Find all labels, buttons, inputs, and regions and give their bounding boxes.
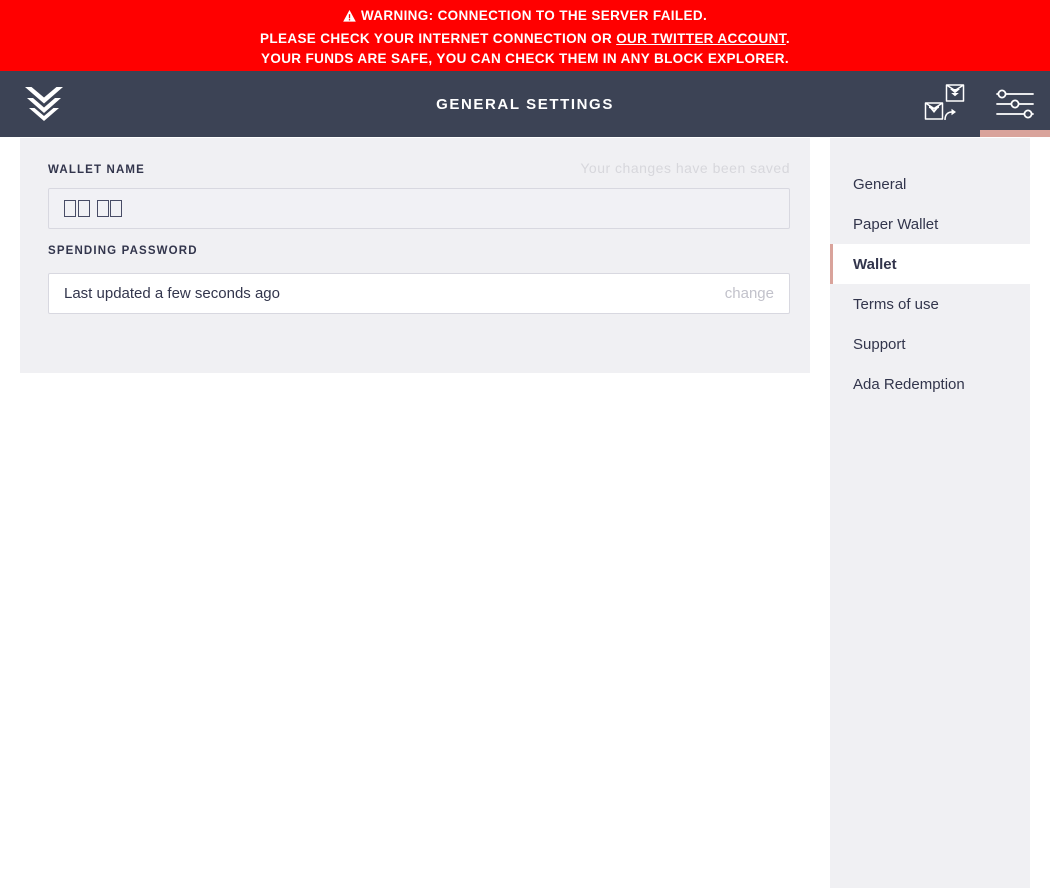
warning-line-1: WARNING: CONNECTION TO THE SERVER FAILED…: [343, 6, 707, 29]
spending-password-status: Last updated a few seconds ago: [64, 285, 280, 302]
wallet-name-field-block: WALLET NAME Your changes have been saved: [48, 160, 790, 229]
settings-menu-item-general[interactable]: General: [830, 164, 1030, 204]
wallet-switch-icon[interactable]: [910, 71, 980, 137]
warning-text-2-post: .: [785, 30, 790, 46]
spending-password-header: SPENDING PASSWORD: [48, 245, 790, 263]
spending-password-field-block: SPENDING PASSWORD Last updated a few sec…: [48, 245, 790, 314]
settings-menu-item-ada-redemption[interactable]: Ada Redemption: [830, 364, 1030, 404]
spending-password-row[interactable]: Last updated a few seconds ago change: [48, 273, 790, 314]
warning-triangle-icon: [343, 8, 356, 29]
twitter-account-link[interactable]: OUR TWITTER ACCOUNT: [616, 31, 786, 46]
change-password-link[interactable]: change: [725, 285, 774, 302]
settings-sliders-icon[interactable]: [980, 71, 1050, 137]
warning-text-1: WARNING: CONNECTION TO THE SERVER FAILED…: [360, 8, 708, 24]
wallet-name-label: WALLET NAME: [48, 164, 145, 176]
topbar-actions: [910, 71, 1050, 137]
settings-page: WALLET NAME Your changes have been saved…: [0, 137, 1050, 888]
changes-saved-message: Your changes have been saved: [580, 160, 790, 176]
wallet-name-value: [64, 199, 124, 218]
warning-text-2-pre: PLEASE CHECK YOUR INTERNET CONNECTION OR: [260, 30, 617, 46]
wallet-settings-panel: WALLET NAME Your changes have been saved…: [20, 138, 810, 373]
settings-menu-item-paper-wallet[interactable]: Paper Wallet: [830, 204, 1030, 244]
settings-menu-item-support[interactable]: Support: [830, 324, 1030, 364]
warning-line-3: YOUR FUNDS ARE SAFE, YOU CAN CHECK THEM …: [261, 51, 789, 67]
wallet-name-input[interactable]: [48, 188, 790, 229]
settings-menu-item-wallet[interactable]: Wallet: [830, 244, 1030, 284]
settings-menu-item-terms-of-use[interactable]: Terms of use: [830, 284, 1030, 324]
top-navigation-bar: GENERAL SETTINGS: [0, 71, 1050, 137]
server-connection-warning-banner: WARNING: CONNECTION TO THE SERVER FAILED…: [0, 0, 1050, 71]
spending-password-label: SPENDING PASSWORD: [48, 245, 198, 257]
warning-line-2: PLEASE CHECK YOUR INTERNET CONNECTION OR…: [260, 29, 790, 50]
wallet-name-header: WALLET NAME Your changes have been saved: [48, 160, 790, 178]
settings-side-menu: General Paper Wallet Wallet Terms of use…: [830, 138, 1030, 888]
page-title: GENERAL SETTINGS: [436, 95, 614, 113]
